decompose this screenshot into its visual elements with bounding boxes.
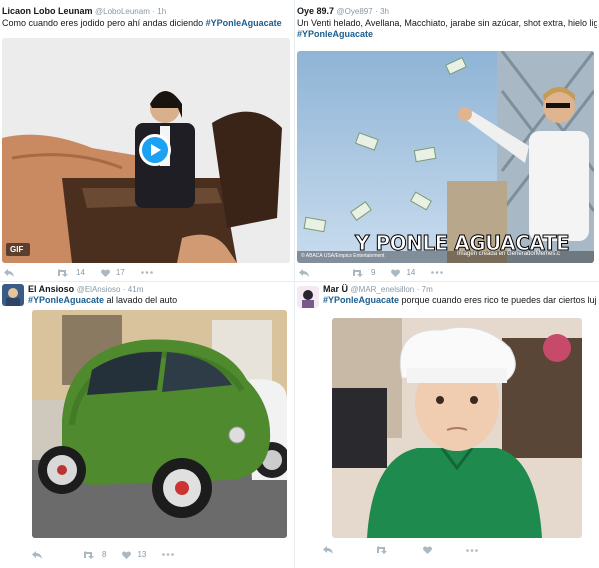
- tweet-3[interactable]: El Ansioso @ElAnsioso · 41m #YPonleAguac…: [2, 284, 292, 566]
- author-name[interactable]: El Ansioso: [28, 284, 74, 294]
- tweet-body: Un Venti helado, Avellana, Macchiato, ja…: [297, 18, 597, 28]
- heart-icon: [423, 546, 432, 554]
- heart-icon: [391, 268, 401, 277]
- avocado-car-image: [32, 310, 287, 538]
- author-handle[interactable]: @LoboLeunam: [95, 7, 150, 16]
- reply-button[interactable]: [299, 268, 315, 277]
- reply-button[interactable]: [323, 546, 339, 554]
- more-icon: [466, 548, 478, 552]
- grid-divider-horizontal: [0, 281, 599, 282]
- tweet-time[interactable]: · 7m: [417, 285, 433, 294]
- gif-badge: GIF: [10, 245, 24, 254]
- chef-kid-image: [332, 318, 582, 538]
- author-name[interactable]: Oye 89.7: [297, 6, 334, 16]
- meme-image[interactable]: Y PONLE AGUACATE © ABACA USA/Empics Ente…: [297, 51, 594, 263]
- retweet-icon: [58, 268, 68, 277]
- reply-button[interactable]: [4, 268, 20, 277]
- chef-boy-image[interactable]: [332, 318, 582, 538]
- retweet-count: 14: [76, 268, 85, 277]
- tweet-body: al lavado del auto: [106, 295, 178, 305]
- meme-watermark: Imagen creada en GeneradorMemes.c: [457, 251, 561, 257]
- author-name[interactable]: Mar Ü: [323, 284, 348, 294]
- more-button[interactable]: [141, 271, 159, 274]
- more-button[interactable]: [431, 271, 449, 274]
- retweet-count: 9: [371, 268, 376, 277]
- tweet-body: porque cuando eres rico te puedes dar ci…: [401, 295, 597, 305]
- tweet-header: Licaon Lobo Leunam @LoboLeunam · 1h: [2, 6, 166, 17]
- tweet-2[interactable]: Oye 89.7 @Oye897 · 3h Un Venti helado, A…: [297, 6, 597, 278]
- tweet-text: #YPonleAguacate al lavado del auto: [28, 295, 292, 306]
- tweet-actions: [323, 546, 500, 554]
- tweet-body: Como cuando eres jodido pero ahí andas d…: [2, 18, 204, 28]
- tweet-1[interactable]: Licaon Lobo Leunam @LoboLeunam · 1h Como…: [2, 6, 292, 278]
- reply-icon: [299, 268, 309, 277]
- like-button[interactable]: 13: [122, 550, 146, 559]
- heart-icon: [122, 550, 132, 559]
- author-handle[interactable]: @MAR_enelsillon: [351, 285, 415, 294]
- like-button[interactable]: [423, 546, 438, 554]
- tweet-text: Un Venti helado, Avellana, Macchiato, ja…: [297, 18, 597, 40]
- tweet-actions: 9 14: [299, 268, 465, 277]
- hashtag-link[interactable]: #YPonleAguacate: [28, 295, 104, 305]
- tweet-header: Mar Ü @MAR_enelsillon · 7m: [323, 284, 433, 295]
- reply-icon: [32, 550, 42, 559]
- like-count: 13: [137, 550, 147, 559]
- author-name[interactable]: Licaon Lobo Leunam: [2, 6, 93, 16]
- tweet-time[interactable]: · 3h: [375, 7, 389, 16]
- retweet-icon: [377, 546, 387, 554]
- more-button[interactable]: [162, 553, 180, 556]
- more-icon: [162, 553, 175, 556]
- avatar-image: [2, 284, 24, 306]
- hashtag-link[interactable]: #YPonleAguacate: [323, 295, 399, 305]
- tweet-4[interactable]: Mar Ü @MAR_enelsillon · 7m #YPonleAguaca…: [297, 284, 597, 566]
- retweet-button[interactable]: 8: [84, 550, 106, 559]
- tweet-text: #YPonleAguacate porque cuando eres rico …: [323, 295, 597, 306]
- more-button[interactable]: [466, 548, 484, 552]
- hashtag-link[interactable]: #YPonleAguacate: [297, 29, 597, 40]
- tweet-actions: 14 17: [4, 268, 175, 277]
- avatar[interactable]: [2, 284, 24, 306]
- like-count: 14: [406, 268, 416, 277]
- retweet-icon: [84, 550, 94, 559]
- like-button[interactable]: 14: [391, 268, 415, 277]
- grid-divider-vertical: [294, 0, 295, 568]
- play-button[interactable]: [139, 134, 171, 166]
- tweet-actions: 8 13: [32, 550, 196, 559]
- avatar-image: [297, 286, 319, 308]
- tweet-time[interactable]: · 41m: [123, 285, 143, 294]
- retweet-button[interactable]: [377, 546, 395, 554]
- car-image[interactable]: [32, 310, 287, 538]
- more-icon: [141, 271, 153, 274]
- tweet-header: Oye 89.7 @Oye897 · 3h: [297, 6, 389, 17]
- play-icon: [151, 144, 161, 156]
- tweet-text: Como cuando eres jodido pero ahí andas d…: [2, 18, 292, 29]
- tweet-time[interactable]: · 1h: [152, 7, 166, 16]
- photo-credit: © ABACA USA/Empics Entertainment: [301, 253, 385, 259]
- retweet-icon: [353, 268, 363, 277]
- reply-button[interactable]: [32, 550, 48, 559]
- retweet-count: 8: [102, 550, 107, 559]
- tweet-header: El Ansioso @ElAnsioso · 41m: [28, 284, 143, 295]
- author-handle[interactable]: @Oye897: [337, 7, 373, 16]
- gif-media[interactable]: GIF: [2, 38, 290, 263]
- hashtag-link[interactable]: #YPonleAguacate: [206, 18, 282, 28]
- reply-icon: [323, 546, 333, 554]
- author-handle[interactable]: @ElAnsioso: [77, 285, 121, 294]
- reply-icon: [4, 268, 14, 277]
- more-icon: [431, 271, 444, 274]
- like-count: 17: [115, 268, 125, 277]
- avatar[interactable]: [297, 286, 319, 308]
- like-button[interactable]: 17: [100, 268, 125, 277]
- heart-icon: [100, 268, 110, 277]
- retweet-button[interactable]: 9: [353, 268, 375, 277]
- retweet-button[interactable]: 14: [58, 268, 85, 277]
